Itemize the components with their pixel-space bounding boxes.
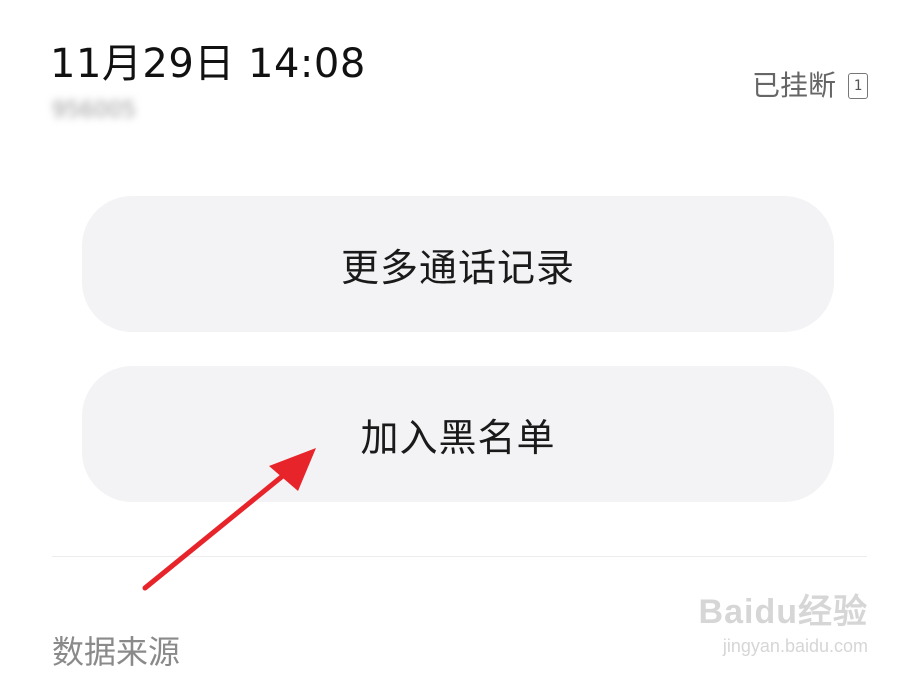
call-number: 956005 [52, 98, 136, 123]
more-call-records-button[interactable]: 更多通话记录 [82, 196, 834, 332]
sim-card-icon: 1 [848, 73, 868, 99]
call-detail-page: 11月29日 14:08 956005 已挂断 1 更多通话记录 加入黑名单 数… [0, 0, 912, 690]
divider [52, 556, 867, 557]
call-status: 已挂断 1 [752, 66, 868, 106]
call-status-label: 已挂断 [751, 69, 836, 102]
add-to-blacklist-button[interactable]: 加入黑名单 [82, 366, 834, 502]
call-datetime: 11月29日 14:08 [50, 41, 366, 87]
data-source-label[interactable]: 数据来源 [52, 630, 180, 674]
baidu-jingyan-watermark: Baidu经验 jingyan.baidu.com [699, 590, 868, 658]
watermark-logo: Baidu经验 [698, 593, 868, 631]
watermark-url: jingyan.baidu.com [722, 636, 868, 656]
